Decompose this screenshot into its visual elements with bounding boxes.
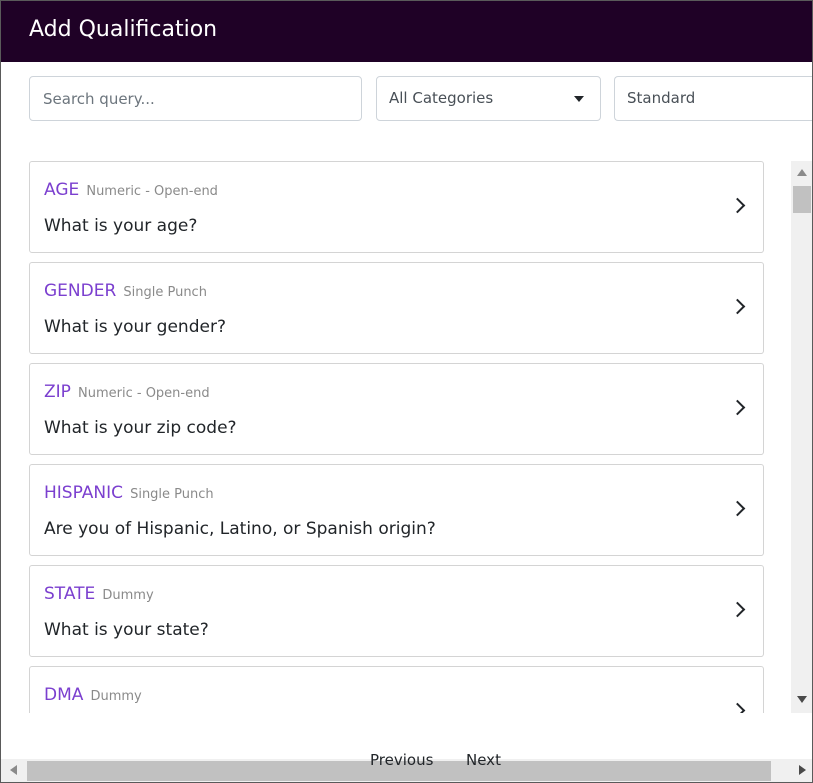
- qualification-item-hispanic[interactable]: HISPANIC Single Punch Are you of Hispani…: [29, 464, 764, 556]
- qualification-question: What is your age?: [44, 216, 198, 236]
- chevron-right-icon[interactable]: [729, 197, 746, 214]
- qualification-type: Numeric - Open-end: [78, 386, 210, 401]
- qualification-question: What is your gender?: [44, 317, 226, 337]
- qualification-item-dma[interactable]: DMA Dummy: [29, 666, 764, 713]
- qualification-heading: AGE Numeric - Open-end: [44, 180, 218, 200]
- qualification-heading: ZIP Numeric - Open-end: [44, 382, 210, 402]
- qualification-code: GENDER: [44, 281, 117, 301]
- category-select[interactable]: All Categories: [376, 76, 601, 121]
- pagination: Previous Next: [1, 751, 812, 773]
- qualification-item-gender[interactable]: GENDER Single Punch What is your gender?: [29, 262, 764, 354]
- qualification-code: ZIP: [44, 382, 71, 402]
- qualification-type: Dummy: [102, 588, 154, 603]
- chevron-right-icon[interactable]: [729, 399, 746, 416]
- qualification-item-zip[interactable]: ZIP Numeric - Open-end What is your zip …: [29, 363, 764, 455]
- caret-down-icon: [574, 96, 584, 102]
- qualification-type: Single Punch: [130, 487, 214, 502]
- qualification-type: Dummy: [90, 689, 142, 704]
- dialog: Add Qualification All Categories Standar…: [0, 0, 813, 783]
- qualification-code: STATE: [44, 584, 96, 604]
- chevron-right-icon[interactable]: [729, 702, 746, 713]
- search-input[interactable]: [29, 76, 362, 121]
- chevron-right-icon[interactable]: [729, 298, 746, 315]
- category-select-value: All Categories: [389, 89, 494, 107]
- qualification-item-state[interactable]: STATE Dummy What is your state?: [29, 565, 764, 657]
- type-select-value: Standard: [627, 89, 696, 107]
- chevron-right-icon[interactable]: [729, 500, 746, 517]
- scroll-up-arrow-icon[interactable]: [797, 169, 807, 176]
- chevron-right-icon[interactable]: [729, 601, 746, 618]
- qualification-code: HISPANIC: [44, 483, 123, 503]
- qualification-item-age[interactable]: AGE Numeric - Open-end What is your age?: [29, 161, 764, 253]
- qualification-question: Are you of Hispanic, Latino, or Spanish …: [44, 519, 436, 539]
- scrollbar-thumb[interactable]: [793, 186, 811, 213]
- qualification-heading: HISPANIC Single Punch: [44, 483, 214, 503]
- type-select[interactable]: Standard: [614, 76, 812, 121]
- qualification-heading: STATE Dummy: [44, 584, 154, 604]
- previous-button[interactable]: Previous: [370, 751, 433, 769]
- dialog-title: Add Qualification: [29, 17, 218, 42]
- vertical-scrollbar[interactable]: [791, 161, 812, 713]
- qualification-question: What is your zip code?: [44, 418, 237, 438]
- next-button[interactable]: Next: [466, 751, 501, 769]
- qualification-type: Numeric - Open-end: [86, 184, 218, 199]
- scroll-down-arrow-icon[interactable]: [797, 696, 807, 703]
- qualification-question: What is your state?: [44, 620, 209, 640]
- qualification-heading: GENDER Single Punch: [44, 281, 207, 301]
- filter-bar: All Categories Standard: [1, 76, 812, 121]
- qualification-type: Single Punch: [123, 285, 207, 300]
- qualification-list: AGE Numeric - Open-end What is your age?…: [1, 161, 791, 713]
- qualification-heading: DMA Dummy: [44, 685, 142, 705]
- dialog-header: Add Qualification: [1, 1, 812, 62]
- qualification-code: AGE: [44, 180, 80, 200]
- qualification-code: DMA: [44, 685, 84, 705]
